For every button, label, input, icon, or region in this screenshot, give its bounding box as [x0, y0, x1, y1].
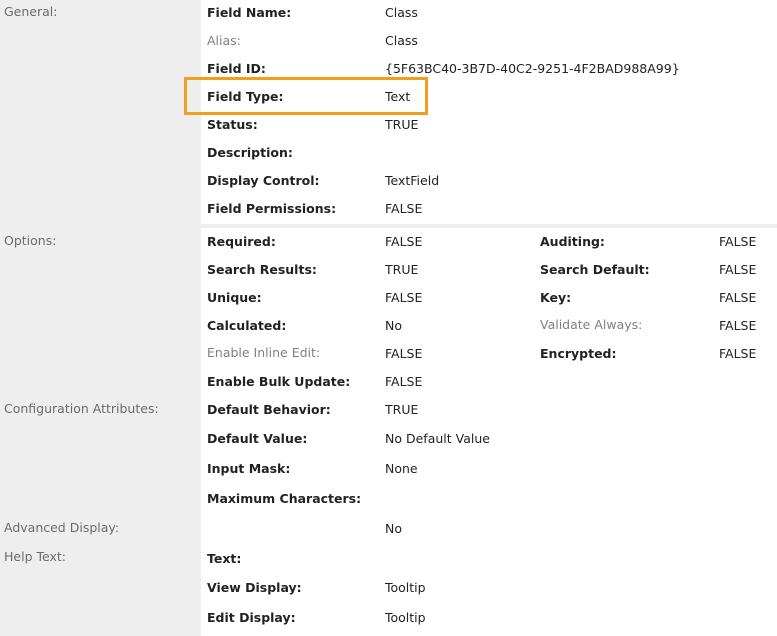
view-display-label: View Display:: [207, 580, 302, 595]
default-value-label: Default Value:: [207, 431, 308, 446]
maximum-characters-label: Maximum Characters:: [207, 491, 362, 506]
required-value: FALSE: [385, 234, 423, 249]
unique-label: Unique:: [207, 290, 262, 305]
encrypted-value: FALSE: [719, 346, 757, 361]
display-control-label: Display Control:: [207, 173, 320, 188]
default-value-value: No Default Value: [385, 431, 490, 446]
key-label: Key:: [540, 290, 572, 305]
section-label-options: Options:: [4, 233, 57, 248]
enable-inline-edit-value: FALSE: [385, 346, 423, 361]
display-control-value: TextField: [385, 173, 440, 188]
validate-always-label: Validate Always:: [540, 317, 643, 332]
search-results-value: TRUE: [385, 262, 419, 277]
search-results-label: Search Results:: [207, 262, 317, 277]
field-name-label: Field Name:: [207, 5, 292, 20]
help-text-label: Text:: [207, 551, 242, 566]
calculated-value: No: [385, 318, 402, 333]
section-label-general: General:: [4, 4, 58, 19]
encrypted-label: Encrypted:: [540, 346, 617, 361]
section-label-advanced-display: Advanced Display:: [4, 520, 120, 535]
field-permissions-value: FALSE: [385, 201, 423, 216]
input-mask-label: Input Mask:: [207, 461, 291, 476]
status-value: TRUE: [385, 117, 419, 132]
edit-display-label: Edit Display:: [207, 610, 296, 625]
auditing-value: FALSE: [719, 234, 757, 249]
search-default-value: FALSE: [719, 262, 757, 277]
section-label-configuration: Configuration Attributes:: [4, 401, 159, 416]
alias-value: Class: [385, 33, 418, 48]
search-default-label: Search Default:: [540, 262, 650, 277]
section-divider: [201, 224, 777, 228]
view-display-value: Tooltip: [385, 580, 426, 595]
input-mask-value: None: [385, 461, 418, 476]
enable-bulk-update-label: Enable Bulk Update:: [207, 374, 351, 389]
field-id-label: Field ID:: [207, 61, 266, 76]
edit-display-value: Tooltip: [385, 610, 426, 625]
key-value: FALSE: [719, 290, 757, 305]
alias-label: Alias:: [207, 33, 241, 48]
field-name-value: Class: [385, 5, 418, 20]
field-properties-panel: General: Options: Configuration Attribut…: [0, 0, 777, 636]
status-label: Status:: [207, 117, 258, 132]
field-id-value: {5F63BC40-3B7D-40C2-9251-4F2BAD988A99}: [385, 61, 680, 76]
field-type-highlight-box: [184, 77, 428, 115]
enable-bulk-update-value: FALSE: [385, 374, 423, 389]
default-behavior-value: TRUE: [385, 402, 419, 417]
calculated-label: Calculated:: [207, 318, 287, 333]
unique-value: FALSE: [385, 290, 423, 305]
section-label-column: [0, 0, 201, 636]
section-label-help-text: Help Text:: [4, 549, 66, 564]
validate-always-value: FALSE: [719, 318, 757, 333]
field-permissions-label: Field Permissions:: [207, 201, 337, 216]
description-label: Description:: [207, 145, 293, 160]
auditing-label: Auditing:: [540, 234, 605, 249]
required-label: Required:: [207, 234, 276, 249]
advanced-display-value: No: [385, 521, 402, 536]
enable-inline-edit-label: Enable Inline Edit:: [207, 345, 321, 360]
default-behavior-label: Default Behavior:: [207, 402, 331, 417]
